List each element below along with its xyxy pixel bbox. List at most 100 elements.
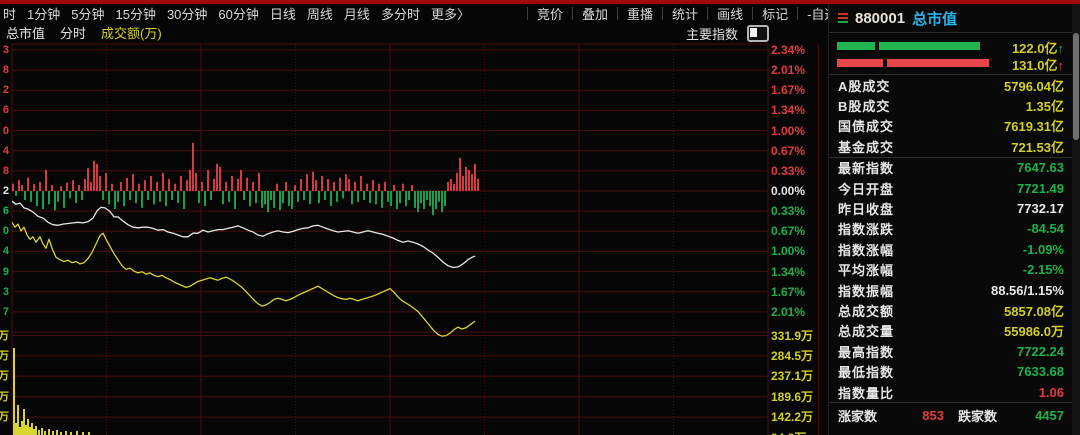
left-axis-digit: 0 — [0, 124, 9, 138]
down-volume-gauge: 131.0亿↑ — [829, 54, 1073, 71]
index-stat-rows: 最新指数 7647.63 今日开盘 7721.49 昨日收盘 7732.17 指数涨跌-84… — [829, 158, 1073, 403]
panel-row: 指数涨幅 -1.09% — [829, 239, 1073, 259]
panel-row-value: 55986.0万 — [1004, 321, 1064, 340]
updown-gauges: 122.0亿↑ 131.0亿↑ — [829, 33, 1073, 74]
right-axis-pct-label: 2.01% — [771, 305, 825, 319]
panel-row: 今日开盘 7721.49 — [829, 178, 1073, 198]
panel-row-value: 7722.24 — [1017, 344, 1064, 359]
left-axis-digit: 8 — [0, 164, 9, 178]
left-axis-digit: 0 — [0, 224, 9, 238]
panel-row-value: 88.56/1.15% — [991, 283, 1064, 298]
scrollbar-thumb[interactable] — [1073, 33, 1079, 140]
panel-row: A股成交5796.04亿 — [829, 75, 1073, 95]
right-axis-volume-label: 237.1万 — [771, 369, 825, 383]
panel-row: B股成交 1.35亿 — [829, 95, 1073, 115]
panel-row: 最低指数 7633.68 — [829, 361, 1073, 381]
right-axis-pct-label: 0.67% — [771, 144, 825, 158]
right-axis-pct-label: 1.00% — [771, 124, 825, 138]
panel-row: 指数涨跌-84.54 — [829, 219, 1073, 239]
left-axis-digit: 2 — [0, 184, 9, 198]
panel-row-label: 国债成交 — [838, 116, 894, 135]
level-icon — [838, 13, 848, 23]
panel-row-label: 指数涨跌 — [838, 219, 894, 238]
right-axis-pct-label: 1.34% — [771, 103, 825, 117]
panel-row-value: -2.15% — [1023, 262, 1064, 277]
right-axis-pct-label: 0.33% — [771, 164, 825, 178]
trading-terminal: 时1分钟5分钟15分钟30分钟60分钟日线周线月线多分时更多〉 竞价叠加重播统计… — [0, 0, 1080, 435]
panel-row-value: 5857.08亿 — [1004, 301, 1064, 320]
panel-row-label: 指数涨幅 — [838, 240, 894, 259]
panel-row: 最高指数 7722.24 — [829, 341, 1073, 361]
turnover-rows: A股成交5796.04亿B股成交 1.35亿国债成交 7619.31亿基金成交 721… — [829, 75, 1073, 157]
panel-row-label: 最新指数 — [838, 158, 894, 177]
timeshare-chart[interactable] — [0, 0, 828, 435]
left-axis-digit: 4 — [0, 144, 9, 158]
down-arrow-icon: ↑ — [1058, 58, 1065, 73]
panel-row-value: 7619.31亿 — [1004, 116, 1064, 135]
right-axis-pct-label: 0.67% — [771, 224, 825, 238]
panel-row-label: 总成交量 — [838, 321, 894, 340]
left-axis-digit: 7 — [0, 305, 9, 319]
left-axis-digit: 2 — [0, 83, 9, 97]
down-gauge-value: 131.0亿↑ — [1012, 55, 1064, 74]
panel-row: 昨日收盘 7732.17 — [829, 198, 1073, 218]
left-axis-digit: 3 — [0, 285, 9, 299]
left-axis-digit: 4 — [0, 244, 9, 258]
panel-row: 基金成交 721.53亿 — [829, 136, 1073, 156]
up-volume-gauge: 122.0亿↑ — [829, 37, 1073, 54]
panel-row: 总成交额5857.08亿 — [829, 300, 1073, 320]
right-axis-pct-label: 0.00% — [771, 184, 825, 198]
advancers-label: 涨家数 — [838, 406, 877, 425]
left-axis-volume-glyph: 万 — [0, 390, 9, 404]
right-axis-pct-label: 1.67% — [771, 83, 825, 97]
index-name: 总市值 — [912, 8, 957, 29]
panel-row-label: 基金成交 — [838, 137, 894, 156]
left-axis-digit: 8 — [0, 63, 9, 77]
panel-row-label: B股成交 — [838, 96, 890, 115]
panel-row-value: 7633.68 — [1017, 364, 1064, 379]
panel-row-value: -1.09% — [1023, 242, 1064, 257]
panel-row-value: 7647.63 — [1017, 160, 1064, 175]
left-axis-volume-glyph: 万 — [0, 329, 9, 343]
left-axis-digit: 9 — [0, 265, 9, 279]
panel-row: 总成交量 55986.0万 — [829, 321, 1073, 341]
panel-row-value: 7732.17 — [1017, 201, 1064, 216]
panel-row-label: 昨日收盘 — [838, 199, 894, 218]
panel-row: 平均涨幅 -2.15% — [829, 260, 1073, 280]
panel-row: 国债成交 7619.31亿 — [829, 116, 1073, 136]
left-axis-volume-glyph: 万 — [0, 410, 9, 424]
right-axis-pct-label: 0.33% — [771, 204, 825, 218]
panel-row-value: 7721.49 — [1017, 181, 1064, 196]
panel-row: 指数振幅88.56/1.15% — [829, 280, 1073, 300]
left-axis-volume-glyph: 万 — [0, 349, 9, 363]
panel-row-value: 1.35亿 — [1026, 96, 1064, 115]
left-axis-digit: 3 — [0, 43, 9, 57]
right-axis-volume-label: 94.8万 — [771, 431, 825, 435]
panel-row: 指数量比1.06 — [829, 382, 1073, 402]
panel-row-label: 今日开盘 — [838, 179, 894, 198]
up-gauge-bar-1 — [837, 42, 875, 50]
right-axis-pct-label: 1.00% — [771, 244, 825, 258]
left-axis-volume-glyph: 万 — [0, 369, 9, 383]
right-axis-volume-label: 142.2万 — [771, 410, 825, 424]
right-axis-pct-label: 2.34% — [771, 43, 825, 57]
quote-header[interactable]: 880001 总市值 — [829, 4, 1073, 32]
right-axis-pct-label: 2.01% — [771, 63, 825, 77]
advancers-decliners-row: 涨家数 853 跌家数 4457 — [829, 403, 1073, 427]
panel-row-label: 最低指数 — [838, 362, 894, 381]
index-code: 880001 — [855, 10, 905, 27]
panel-row-value: 5796.04亿 — [1004, 76, 1064, 95]
panel-row-label: 最高指数 — [838, 342, 894, 361]
advancers-count: 853 — [877, 408, 944, 423]
down-gauge-bar-1 — [837, 59, 883, 67]
panel-row: 最新指数 7647.63 — [829, 158, 1073, 178]
panel-row-label: 平均涨幅 — [838, 260, 894, 279]
right-axis-volume-label: 331.9万 — [771, 329, 825, 343]
left-axis-digit: 6 — [0, 103, 9, 117]
down-gauge-bar-2 — [887, 59, 989, 67]
panel-row-label: 指数量比 — [838, 383, 894, 402]
decliners-label: 跌家数 — [958, 406, 997, 425]
panel-row-value: 721.53亿 — [1011, 137, 1064, 156]
right-axis-pct-label: 1.34% — [771, 265, 825, 279]
right-axis-volume-label: 284.5万 — [771, 349, 825, 363]
